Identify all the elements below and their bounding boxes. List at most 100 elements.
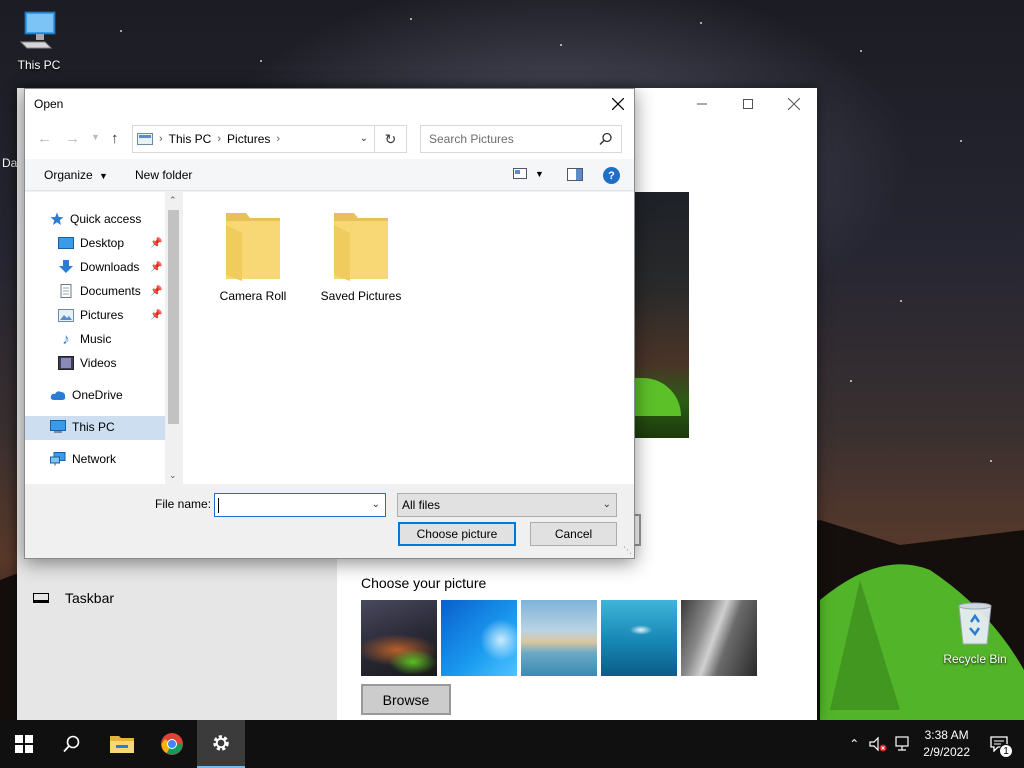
- dialog-title: Open: [34, 97, 64, 111]
- pin-icon[interactable]: 📌: [150, 310, 162, 321]
- folder-camera-roll[interactable]: Camera Roll: [203, 207, 303, 303]
- file-name-input[interactable]: [215, 495, 365, 515]
- close-icon: [788, 98, 800, 110]
- help-button[interactable]: ?: [603, 167, 620, 184]
- search-box[interactable]: [420, 125, 622, 153]
- thumb-windows-blue[interactable]: [441, 600, 517, 676]
- nav-documents[interactable]: Documents 📌: [58, 279, 162, 303]
- nav-scrollbar[interactable]: ⌃ ⌄: [165, 192, 182, 484]
- thumb-rock[interactable]: [681, 600, 757, 676]
- preview-pane-icon: [567, 168, 583, 181]
- show-hidden-icons-chevron-icon[interactable]: ⌃: [849, 737, 859, 751]
- recycle-bin-desktop-icon[interactable]: Recycle Bin: [937, 600, 1013, 666]
- download-arrow-icon: [59, 260, 73, 273]
- cancel-button[interactable]: Cancel: [530, 522, 617, 546]
- nav-downloads-label: Downloads: [80, 260, 140, 274]
- action-center-button[interactable]: 1: [984, 720, 1014, 768]
- address-bar[interactable]: › This PC › Pictures › ⌄: [132, 125, 375, 153]
- breadcrumb-this-pc[interactable]: This PC: [169, 132, 212, 146]
- nav-onedrive[interactable]: OneDrive: [50, 383, 123, 407]
- taskbar-search-button[interactable]: [48, 720, 96, 768]
- settings-nav-taskbar[interactable]: Taskbar: [33, 590, 114, 606]
- pin-icon[interactable]: 📌: [150, 286, 162, 297]
- dialog-close-button[interactable]: [602, 89, 634, 119]
- nav-videos-label: Videos: [80, 356, 117, 370]
- thumb-night-sky[interactable]: [361, 600, 437, 676]
- back-arrow-icon[interactable]: ←: [37, 130, 52, 147]
- chevron-down-icon: ▼: [535, 168, 544, 179]
- taskbar-settings[interactable]: [197, 720, 245, 768]
- pictures-icon: [58, 308, 74, 322]
- nav-desktop-label: Desktop: [80, 236, 125, 250]
- maximize-button[interactable]: [725, 88, 771, 120]
- nav-pictures-label: Pictures: [80, 308, 124, 322]
- nav-this-pc[interactable]: This PC: [50, 415, 115, 439]
- dialog-footer: File name: ⌄ All files ⌄ Choose picture …: [25, 484, 634, 558]
- pictures-library-icon: [137, 133, 153, 145]
- this-pc-desktop-icon[interactable]: This PC: [1, 8, 77, 72]
- chevron-down-icon[interactable]: ⌄: [372, 499, 380, 510]
- nav-quick-access[interactable]: Quick access: [50, 207, 141, 231]
- pin-icon[interactable]: 📌: [150, 262, 162, 273]
- cloud-icon: [50, 390, 66, 400]
- recent-locations-chevron-icon[interactable]: ▼: [91, 132, 100, 142]
- pin-icon[interactable]: 📌: [150, 238, 162, 249]
- computer-icon: [19, 11, 56, 49]
- settings-nav-taskbar-label: Taskbar: [65, 590, 115, 606]
- taskbar-clock[interactable]: 3:38 AM 2/9/2022: [923, 727, 970, 761]
- taskbar-chrome[interactable]: [148, 720, 196, 768]
- search-icon: [63, 735, 80, 753]
- start-button[interactable]: [0, 720, 48, 768]
- folder-icon: [226, 213, 280, 281]
- desktop-folder-icon: [58, 237, 74, 249]
- refresh-icon: ↻: [384, 130, 397, 147]
- thumb-beach[interactable]: [521, 600, 597, 676]
- refresh-button[interactable]: ↻: [375, 125, 407, 153]
- scroll-up-icon[interactable]: ⌃: [169, 195, 177, 206]
- nav-desktop[interactable]: Desktop 📌: [58, 231, 162, 255]
- new-folder-button[interactable]: New folder: [135, 168, 192, 182]
- command-bar: Organize ▼ New folder ▼ ?: [25, 159, 634, 191]
- address-dropdown-icon[interactable]: ⌄: [360, 133, 368, 144]
- windows-logo-icon: [15, 735, 33, 753]
- file-name-combobox[interactable]: ⌄: [214, 493, 386, 517]
- network-icon: [50, 452, 66, 466]
- nav-videos[interactable]: Videos: [58, 351, 116, 375]
- organize-button[interactable]: Organize ▼: [44, 168, 108, 182]
- forward-arrow-icon[interactable]: →: [65, 130, 80, 147]
- change-view-button[interactable]: ▼: [513, 168, 544, 179]
- picture-thumbnails: [361, 600, 757, 676]
- browse-button[interactable]: Browse: [361, 684, 451, 715]
- breadcrumb-pictures[interactable]: Pictures: [227, 132, 270, 146]
- network-icon[interactable]: [895, 736, 913, 752]
- scroll-down-icon[interactable]: ⌄: [169, 470, 177, 481]
- organize-label: Organize: [44, 168, 93, 182]
- nav-scroll-thumb[interactable]: [168, 210, 179, 424]
- address-row: ← → ▼ ↑ › This PC › Pictures › ⌄ ↻: [25, 119, 634, 159]
- chrome-icon: [161, 733, 183, 755]
- resize-grip-icon[interactable]: ⋱: [623, 545, 632, 556]
- folder-saved-pictures[interactable]: Saved Pictures: [311, 207, 411, 303]
- navigation-pane: Quick access Desktop 📌 Downloads 📌 Docum…: [25, 192, 182, 484]
- close-button[interactable]: [771, 88, 817, 120]
- nav-music[interactable]: ♪ Music: [58, 327, 111, 351]
- minimize-button[interactable]: [679, 88, 725, 120]
- gear-icon: [213, 735, 229, 751]
- taskbar-file-explorer[interactable]: [98, 720, 146, 768]
- nav-this-pc-label: This PC: [72, 420, 115, 434]
- thumb-underwater[interactable]: [601, 600, 677, 676]
- nav-downloads[interactable]: Downloads 📌: [58, 255, 162, 279]
- search-input[interactable]: [429, 132, 599, 146]
- clock-date: 2/9/2022: [923, 745, 970, 759]
- volume-muted-icon[interactable]: [869, 736, 887, 752]
- preview-pane-button[interactable]: [567, 168, 583, 184]
- folder-saved-pictures-label: Saved Pictures: [320, 289, 402, 303]
- nav-network[interactable]: Network: [50, 447, 116, 471]
- clock-time: 3:38 AM: [924, 728, 969, 742]
- up-arrow-icon[interactable]: ↑: [111, 130, 119, 147]
- nav-pictures[interactable]: Pictures 📌: [58, 303, 162, 327]
- file-type-select[interactable]: All files ⌄: [397, 493, 617, 517]
- taskbar-icon: [33, 593, 49, 603]
- choose-picture-button[interactable]: Choose picture: [398, 522, 516, 546]
- chevron-down-icon: ▼: [99, 171, 108, 181]
